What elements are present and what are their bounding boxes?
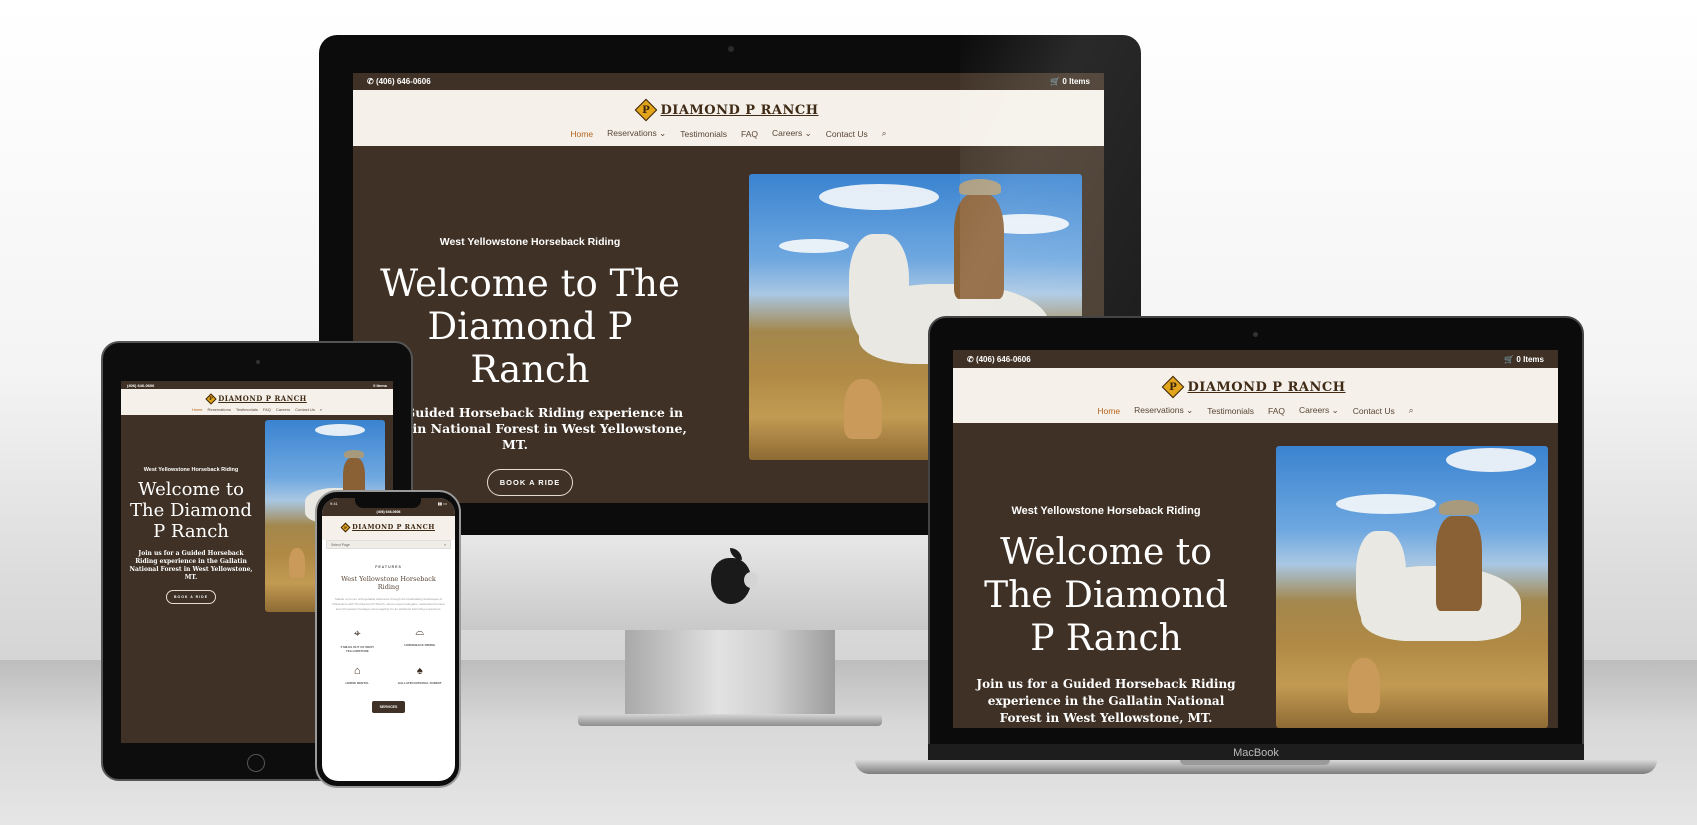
services-button[interactable]: SERVICES — [371, 701, 406, 713]
chevron-down-icon: ⌄ — [659, 128, 667, 138]
site-logo[interactable]: P DIAMOND P RANCH — [953, 373, 1558, 401]
book-a-ride-button[interactable]: BOOK A RIDE — [165, 590, 217, 604]
menu-icon: ≡ — [443, 542, 446, 547]
imac-camera — [728, 46, 734, 52]
nav-careers[interactable]: Careers — [276, 407, 290, 412]
phone-icon: ✆ — [367, 77, 376, 86]
site-header: P DIAMOND P RANCH — [322, 516, 455, 540]
hero-title: Welcome to The Diamond P Ranch — [984, 532, 1228, 659]
iphone-notch — [355, 497, 421, 508]
logo-diamond-icon: P — [340, 522, 351, 532]
nav-testimonials[interactable]: Testimonials — [1207, 406, 1254, 416]
logo-diamond-icon: P — [635, 98, 658, 122]
features-title: West Yellowstone Horseback Riding — [341, 575, 436, 591]
chevron-down-icon: ⌄ — [804, 128, 812, 138]
nav-careers[interactable]: Careers ⌄ — [1299, 405, 1339, 416]
feature-item: ⌂ HORSE RENTAL — [330, 665, 385, 685]
apple-logo-bite — [744, 572, 758, 588]
nav-reservations[interactable]: Reservations ⌄ — [607, 128, 666, 139]
chevron-down-icon: ⌄ — [1186, 405, 1194, 415]
search-icon[interactable]: ⌕ — [320, 407, 322, 412]
hero-title: Welcome to The Diamond P Ranch — [130, 479, 252, 542]
imac-stand-foot — [578, 714, 882, 726]
ipad-home-button[interactable] — [247, 754, 265, 772]
features-body: Saddle up for an unforgettable adventure… — [331, 597, 446, 611]
cart-link[interactable]: 0 Items — [373, 383, 387, 388]
macbook-screen: ✆ (406) 646-0606 🛒 0 Items P DIAMOND P R… — [953, 350, 1558, 728]
hero-eyebrow: West Yellowstone Horseback Riding — [1011, 505, 1201, 517]
main-nav: Home Reservations Testimonials FAQ Caree… — [121, 407, 393, 412]
hero-text: West Yellowstone Horseback Riding Welcom… — [127, 467, 255, 604]
cart-link[interactable]: 🛒 0 Items — [1504, 355, 1544, 364]
hero-eyebrow: West Yellowstone Horseback Riding — [439, 236, 621, 248]
map-pin-icon: ⌖ — [353, 626, 361, 640]
status-time: 9:41 — [330, 500, 338, 506]
features-label: FEATURES — [375, 565, 402, 569]
pine-tree-icon: ♠ — [416, 665, 423, 677]
nav-testimonials[interactable]: Testimonials — [680, 129, 727, 139]
ipad-camera — [256, 360, 260, 364]
hero-text: West Yellowstone Horseback Riding Welcom… — [975, 505, 1237, 727]
site-logo[interactable]: P DIAMOND P RANCH — [121, 392, 393, 405]
hero-title: Welcome to The Diamond P Ranch — [380, 262, 680, 391]
feature-item: ⌖ 5 MILES OUT OF WEST YELLOWSTONE — [330, 626, 385, 653]
phone-link[interactable]: (406) 646-0606 — [127, 383, 154, 388]
top-bar: (406) 646-0606 — [322, 508, 455, 516]
search-icon[interactable]: ⌕ — [882, 128, 887, 139]
chevron-down-icon: ⌄ — [1331, 405, 1339, 415]
phone-link[interactable]: ✆ (406) 646-0606 — [967, 355, 1031, 364]
nav-testimonials[interactable]: Testimonials — [236, 407, 258, 412]
search-icon[interactable]: ⌕ — [1409, 405, 1414, 416]
top-bar: (406) 646-0606 0 Items — [121, 381, 393, 389]
cowboy-hat-icon: ⌓ — [415, 626, 425, 638]
nav-faq[interactable]: FAQ — [741, 129, 758, 139]
phone-icon: ✆ — [967, 354, 976, 364]
nav-home[interactable]: Home — [570, 129, 593, 139]
feature-item: ⌓ HORSEBACK RIDING — [393, 626, 448, 653]
phone-link[interactable]: ✆ (406) 646-0606 — [367, 77, 431, 86]
nav-contact[interactable]: Contact Us — [1353, 406, 1395, 416]
hero-photo-rider — [1276, 446, 1548, 728]
hero-section: West Yellowstone Horseback Riding Welcom… — [953, 423, 1558, 728]
feature-item: ♠ GALLATIN NATIONAL FOREST — [393, 665, 448, 685]
cart-icon: 🛒 — [1504, 354, 1517, 364]
main-nav: Home Reservations ⌄ Testimonials FAQ Car… — [953, 405, 1558, 416]
logo-diamond-icon: P — [205, 392, 217, 405]
nav-faq[interactable]: FAQ — [1268, 406, 1285, 416]
macbook-notch — [1180, 760, 1330, 765]
nav-contact[interactable]: Contact Us — [826, 129, 868, 139]
nav-reservations[interactable]: Reservations ⌄ — [1134, 405, 1193, 416]
house-icon: ⌂ — [353, 665, 361, 677]
site-header: P DIAMOND P RANCH Home Reservations ⌄ Te… — [953, 368, 1558, 423]
nav-faq[interactable]: FAQ — [263, 407, 271, 412]
site-header: P DIAMOND P RANCH Home Reservations Test… — [121, 389, 393, 415]
site-logo[interactable]: P DIAMOND P RANCH — [322, 521, 455, 533]
battery-icon: ▮▮ ▭ — [437, 500, 447, 506]
imac-stand-neck — [625, 630, 835, 722]
macbook-camera — [1253, 332, 1258, 337]
nav-home[interactable]: Home — [1097, 406, 1120, 416]
nav-reservations[interactable]: Reservations — [208, 407, 231, 412]
nav-home[interactable]: Home — [192, 407, 203, 412]
select-page-dropdown[interactable]: Select Page ≡ — [326, 540, 451, 549]
iphone-screen: 9:41 ▮▮ ▭ (406) 646-0606 P DIAMOND P RAN… — [322, 498, 455, 781]
nav-contact[interactable]: Contact Us — [295, 407, 315, 412]
book-a-ride-button[interactable]: BOOK A RIDE — [486, 469, 574, 496]
logo-diamond-icon: P — [1162, 375, 1185, 399]
nav-careers[interactable]: Careers ⌄ — [772, 128, 812, 139]
features-section: FEATURES West Yellowstone Horseback Ridi… — [322, 549, 455, 713]
top-bar: ✆ (406) 646-0606 🛒 0 Items — [953, 350, 1558, 368]
hero-intro: Join us for a Guided Horseback Riding ex… — [129, 550, 253, 581]
phone-link[interactable]: (406) 646-0606 — [377, 510, 401, 514]
hero-text: West Yellowstone Horseback Riding Welcom… — [353, 236, 695, 496]
hero-intro: Join us for a Guided Horseback Riding ex… — [976, 677, 1236, 725]
features-grid: ⌖ 5 MILES OUT OF WEST YELLOWSTONE ⌓ HORS… — [330, 626, 447, 685]
hero-eyebrow: West Yellowstone Horseback Riding — [143, 467, 239, 473]
